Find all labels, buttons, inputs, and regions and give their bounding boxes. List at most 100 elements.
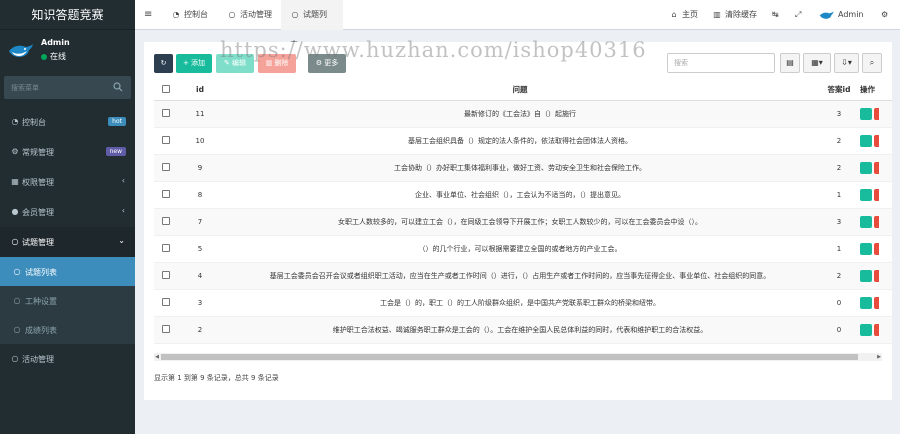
search-toggle-button[interactable]: ⌕ — [862, 53, 882, 73]
edit-row-button[interactable] — [860, 188, 872, 201]
language-icon[interactable]: ↹ — [772, 0, 779, 30]
sidebar-item-job-settings[interactable]: ○ 工种设置 — [0, 286, 135, 315]
cell-answer-id: 3 — [818, 100, 860, 128]
table-row[interactable]: 5 （）的几个行业，可以根据需要建立全国的或者地方的产业工会。 1 — [154, 235, 892, 263]
checkbox-icon[interactable] — [162, 84, 170, 93]
scrollbar-thumb[interactable] — [161, 354, 858, 360]
table-search-input[interactable]: 搜索 — [667, 53, 775, 73]
checkbox-icon[interactable] — [162, 270, 170, 279]
col-id[interactable]: id — [178, 80, 222, 101]
tab-label: 活动管理 — [240, 10, 272, 19]
delete-row-button[interactable] — [874, 269, 879, 282]
clear-cache-button[interactable]: ▥ 清除缓存 — [712, 0, 757, 30]
edit-row-button[interactable] — [860, 269, 872, 282]
table-row[interactable]: 3 工会是（）的，职工（）的工人阶级群众组织，是中国共产党联系职工群众的桥梁和纽带… — [154, 289, 892, 317]
row-checkbox[interactable] — [154, 181, 178, 209]
delete-row-button[interactable] — [874, 188, 879, 201]
sidebar-item-label: 权限管理 — [22, 178, 54, 187]
col-answer-id[interactable]: 答案id — [818, 80, 860, 101]
table-row[interactable]: 4 基层工会委员会召开会议或者组织职工活动，应当在生产或者工作时间（）进行，（）占… — [154, 262, 892, 290]
checkbox-icon[interactable] — [162, 216, 170, 225]
checkbox-icon[interactable] — [162, 135, 170, 144]
chevron-left-icon: ‹ — [121, 176, 125, 185]
settings-gear-icon[interactable]: ⚙ — [881, 0, 888, 30]
checkbox-icon[interactable] — [162, 297, 170, 306]
search-icon[interactable] — [113, 82, 123, 92]
cell-id: 2 — [178, 316, 222, 344]
export-button[interactable]: ⇩▾ — [834, 53, 859, 73]
menu-toggle-icon[interactable]: ≡ — [144, 0, 152, 30]
edit-row-button[interactable] — [860, 215, 872, 228]
delete-row-button[interactable] — [874, 134, 879, 147]
tab-question-list[interactable]: ○试题列表 — [281, 0, 343, 49]
columns-button[interactable]: ▦▾ — [803, 53, 831, 73]
sidebar-item-auth[interactable]: ▦ 权限管理 ‹ — [0, 167, 135, 197]
horizontal-scrollbar[interactable]: ◀ ▶ — [154, 353, 882, 361]
table-row[interactable]: 7 女职工人数较多的，可以建立工会（），在同级工会领导下开展工作；女职工人数较少的… — [154, 208, 892, 236]
row-checkbox[interactable] — [154, 154, 178, 182]
col-question[interactable]: 问题 — [222, 80, 818, 101]
cell-actions — [860, 316, 892, 344]
row-checkbox[interactable] — [154, 235, 178, 263]
cell-question: 最新修订的《工会法》自（）起施行 — [222, 100, 818, 128]
delete-row-button[interactable] — [874, 323, 879, 336]
sidebar-item-label: 成绩列表 — [25, 326, 57, 335]
checkbox-icon[interactable] — [162, 108, 170, 117]
refresh-button[interactable]: ↻ — [154, 54, 173, 73]
row-checkbox[interactable] — [154, 262, 178, 290]
sidebar-item-general[interactable]: ⚙ 常规管理 new — [0, 137, 135, 167]
sidebar-item-label: 会员管理 — [22, 208, 54, 217]
edit-row-button[interactable] — [860, 323, 872, 336]
edit-row-button[interactable] — [860, 134, 872, 147]
sidebar-search-input[interactable]: 搜索菜单 — [4, 76, 131, 99]
sidebar-item-members[interactable]: ● 会员管理 ‹ — [0, 197, 135, 227]
sidebar-item-activities[interactable]: ○ 活动管理 — [0, 344, 135, 374]
checkbox-icon[interactable] — [162, 189, 170, 198]
sidebar-item-score-list[interactable]: ○ 成绩列表 — [0, 315, 135, 344]
table-row[interactable]: 2 维护职工合法权益、竭诚服务职工群众是工会的（）。工会在维护全国人民总体利益的同… — [154, 316, 892, 344]
edit-row-button[interactable] — [860, 296, 872, 309]
dashboard-icon: ◔ — [11, 117, 19, 126]
cell-question: （）的几个行业，可以根据需要建立全国的或者地方的产业工会。 — [222, 235, 818, 263]
add-button[interactable]: + 添加 — [176, 54, 212, 73]
sidebar-nav: ◔ 控制台 hot ⚙ 常规管理 new ▦ 权限管理 ‹ ● 会员管理 ‹ ○ — [0, 107, 135, 374]
row-checkbox[interactable] — [154, 208, 178, 236]
checkbox-icon[interactable] — [162, 162, 170, 171]
scroll-right-icon[interactable]: ▶ — [876, 353, 882, 361]
columns-icon: ▦▾ — [811, 58, 823, 67]
sidebar-item-dashboard[interactable]: ◔ 控制台 hot — [0, 107, 135, 137]
select-all-checkbox[interactable] — [154, 80, 178, 101]
edit-row-button[interactable] — [860, 107, 872, 120]
table-row[interactable]: 10 基层工会组织具备（）规定的法人条件的，依法取得社会团体法人资格。 2 — [154, 127, 892, 155]
delete-row-button[interactable] — [874, 107, 879, 120]
delete-row-button[interactable] — [874, 161, 879, 174]
row-checkbox[interactable] — [154, 289, 178, 317]
row-checkbox[interactable] — [154, 316, 178, 344]
cell-id: 8 — [178, 181, 222, 209]
edit-row-button[interactable] — [860, 242, 872, 255]
table-row[interactable]: 9 工会协助（）办好职工集体福利事业，做好工资、劳动安全卫生和社会保险工作。 2 — [154, 154, 892, 182]
tab-dashboard[interactable]: ◔ 控制台 — [171, 0, 209, 30]
checkbox-icon[interactable] — [162, 243, 170, 252]
user-menu[interactable]: Admin — [819, 0, 864, 30]
checkbox-icon[interactable] — [162, 324, 170, 333]
fullscreen-icon[interactable]: ⤢ — [795, 0, 801, 30]
delete-row-button[interactable] — [874, 215, 879, 228]
row-checkbox[interactable] — [154, 100, 178, 128]
edit-row-button[interactable] — [860, 161, 872, 174]
cell-actions — [860, 154, 892, 182]
table-row[interactable]: 8 企业、事业单位、社会组织（），工会认为不适当的，（）提出意见。 1 — [154, 181, 892, 209]
delete-row-button[interactable] — [874, 296, 879, 309]
tab-activities[interactable]: ○ 活动管理 — [227, 0, 273, 30]
toggle-view-button[interactable]: ▤ — [780, 53, 800, 73]
home-link[interactable]: ⌂ 主页 — [669, 0, 698, 30]
sidebar-item-questions[interactable]: ○ 试题管理 ⌄ — [0, 227, 135, 257]
cell-actions — [860, 289, 892, 317]
sidebar-item-question-list[interactable]: ○ 试题列表 — [0, 257, 135, 286]
circle-icon: ○ — [11, 354, 19, 363]
row-checkbox[interactable] — [154, 127, 178, 155]
app-title[interactable]: 知识答题竞赛 — [0, 0, 135, 30]
delete-row-button[interactable] — [874, 242, 879, 255]
scroll-left-icon[interactable]: ◀ — [154, 353, 160, 361]
table-row[interactable]: 11 最新修订的《工会法》自（）起施行 3 — [154, 100, 892, 128]
